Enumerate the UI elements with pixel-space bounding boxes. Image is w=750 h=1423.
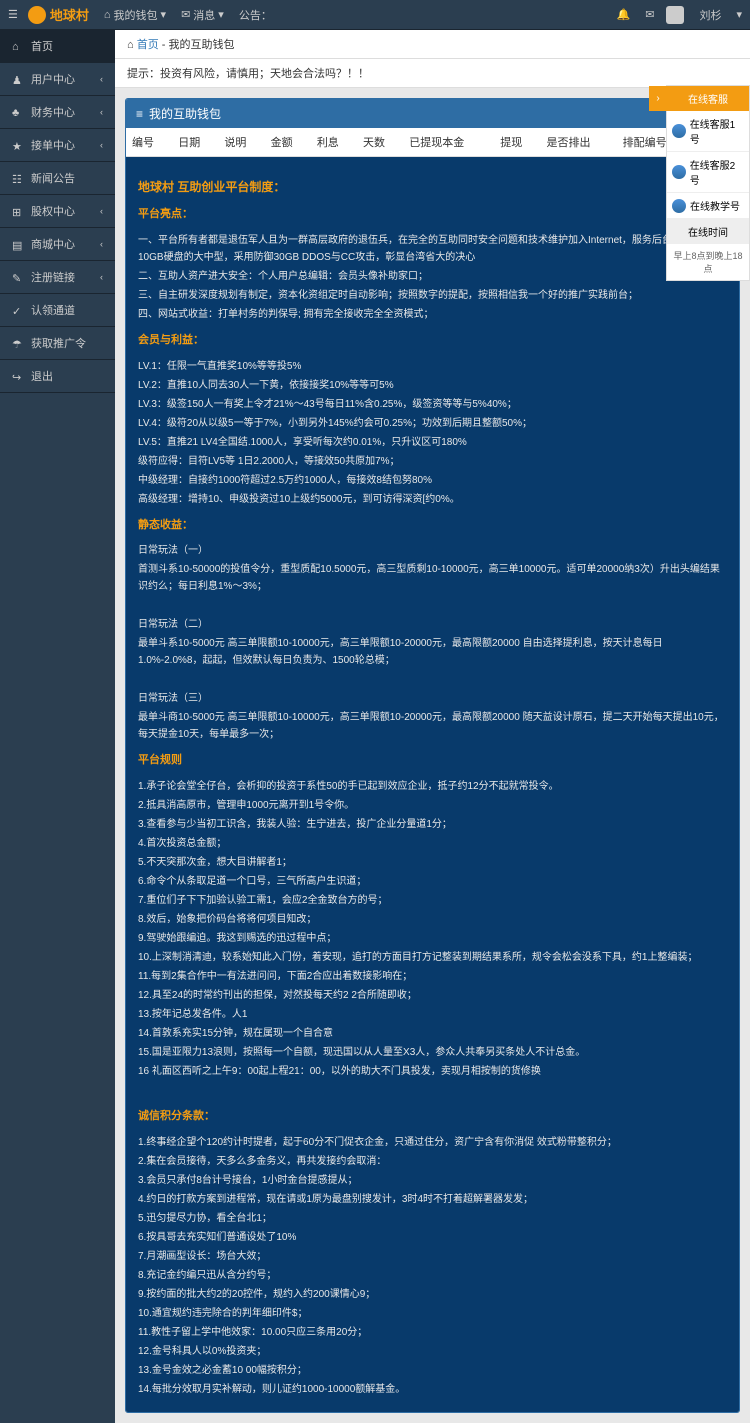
avatar[interactable] bbox=[666, 6, 684, 24]
chevron-left-icon: ‹ bbox=[100, 272, 103, 282]
sidebar-icon: ↪ bbox=[12, 371, 23, 382]
username[interactable]: 刘杉 bbox=[699, 7, 721, 23]
logo-text: 地球村 bbox=[50, 5, 89, 24]
sidebar-label: 获取推广令 bbox=[31, 335, 86, 351]
sidebar-item-0[interactable]: ⌂ 首页 bbox=[0, 30, 115, 63]
sidebar-item-3[interactable]: ★ 接单中心 ‹ bbox=[0, 129, 115, 162]
table-header: 日期 bbox=[172, 128, 218, 157]
sidebar-icon: ⌂ bbox=[12, 41, 23, 52]
table-header: 已提现本金 bbox=[403, 128, 494, 157]
sidebar-label: 接单中心 bbox=[31, 137, 75, 153]
sidebar-icon: ✓ bbox=[12, 305, 23, 316]
panel-header: ≡ 我的互助钱包 bbox=[126, 99, 739, 128]
sidebar-icon: ▤ bbox=[12, 239, 23, 250]
table-header: 天数 bbox=[357, 128, 403, 157]
chevron-left-icon: ‹ bbox=[100, 239, 103, 249]
sidebar-label: 首页 bbox=[31, 38, 53, 54]
sidebar-item-4[interactable]: ☷ 新闻公告 bbox=[0, 162, 115, 195]
table-header: 利息 bbox=[311, 128, 357, 157]
sidebar-icon: ✎ bbox=[12, 272, 23, 283]
sidebar: ⌂ 首页 ♟ 用户中心 ‹ ♣ 财务中心 ‹ ★ 接单中心 ‹ ☷ 新闻公告 ⊞ 股权中心 ‹ ▤ 商城中心 ‹ ✎ 注… bbox=[0, 30, 115, 799]
top-menu-notice: 公告： bbox=[239, 7, 272, 23]
service-toggle[interactable]: › bbox=[649, 86, 667, 111]
sidebar-label: 认领通道 bbox=[31, 302, 75, 318]
sidebar-icon: ★ bbox=[12, 140, 23, 151]
sidebar-icon: ♣ bbox=[12, 107, 23, 118]
service-panel: › 在线客服 在线客服1号在线客服2号在线教学号 在线时间 早上8点到晚上18点 bbox=[666, 85, 750, 281]
service-item-0[interactable]: 在线客服1号 bbox=[667, 111, 749, 152]
menu-toggle-icon[interactable]: ☰ bbox=[8, 8, 18, 21]
rules-content: 地球村 互助创业平台制度：平台亮点：一、平台所有者都是退伍军人且为一群高层政府的… bbox=[126, 157, 739, 1412]
sidebar-item-9[interactable]: ☂ 获取推广令 bbox=[0, 327, 115, 360]
bell-icon[interactable]: 🔔 bbox=[617, 8, 631, 21]
sidebar-item-2[interactable]: ♣ 财务中心 ‹ bbox=[0, 96, 115, 129]
service-time-label: 在线时间 bbox=[667, 219, 749, 244]
mail-icon[interactable]: ✉ bbox=[645, 8, 651, 21]
sidebar-label: 商城中心 bbox=[31, 236, 75, 252]
service-item-1[interactable]: 在线客服2号 bbox=[667, 152, 749, 193]
wallet-table: 编号日期说明金额利息天数已提现本金提现是否排出排配编号状态 bbox=[126, 128, 739, 157]
sidebar-icon: ⊞ bbox=[12, 206, 23, 217]
top-menu-wallet[interactable]: ⌂ 我的钱包 ▾ bbox=[104, 7, 166, 23]
sidebar-item-5[interactable]: ⊞ 股权中心 ‹ bbox=[0, 195, 115, 228]
chevron-left-icon: ‹ bbox=[100, 74, 103, 84]
logo-icon bbox=[28, 6, 46, 24]
qq-icon bbox=[672, 124, 686, 138]
sidebar-label: 注册链接 bbox=[31, 269, 75, 285]
breadcrumb-home[interactable]: 首页 bbox=[137, 39, 159, 51]
qq-icon bbox=[672, 165, 686, 179]
service-item-2[interactable]: 在线教学号 bbox=[667, 193, 749, 219]
service-header: › 在线客服 bbox=[667, 86, 749, 111]
chevron-left-icon: ‹ bbox=[100, 107, 103, 117]
sidebar-label: 退出 bbox=[31, 368, 53, 384]
table-header: 是否排出 bbox=[540, 128, 616, 157]
sidebar-label: 财务中心 bbox=[31, 104, 75, 120]
chevron-left-icon: ‹ bbox=[100, 206, 103, 216]
sidebar-label: 用户中心 bbox=[31, 71, 75, 87]
sidebar-label: 股权中心 bbox=[31, 203, 75, 219]
table-header: 提现 bbox=[494, 128, 540, 157]
logo: 地球村 bbox=[28, 5, 89, 24]
table-header: 编号 bbox=[126, 128, 172, 157]
sidebar-item-8[interactable]: ✓ 认领通道 bbox=[0, 294, 115, 327]
sidebar-item-1[interactable]: ♟ 用户中心 ‹ bbox=[0, 63, 115, 96]
qq-icon bbox=[672, 199, 686, 213]
alert-message: 提示：投资有风险，请慎用；天地会合法吗？！！ bbox=[115, 59, 750, 88]
sidebar-item-7[interactable]: ✎ 注册链接 ‹ bbox=[0, 261, 115, 294]
chevron-left-icon: ‹ bbox=[100, 140, 103, 150]
top-menu-msg[interactable]: ✉ 消息 ▾ bbox=[181, 7, 224, 23]
sidebar-icon: ☂ bbox=[12, 338, 23, 349]
sidebar-label: 新闻公告 bbox=[31, 170, 75, 186]
sidebar-item-10[interactable]: ↪ 退出 bbox=[0, 360, 115, 393]
sidebar-icon: ♟ bbox=[12, 74, 23, 85]
table-header: 说明 bbox=[218, 128, 264, 157]
service-time-text: 早上8点到晚上18点 bbox=[667, 244, 749, 280]
chevron-down-icon[interactable]: ▾ bbox=[736, 8, 742, 21]
sidebar-item-6[interactable]: ▤ 商城中心 ‹ bbox=[0, 228, 115, 261]
sidebar-icon: ☷ bbox=[12, 173, 23, 184]
breadcrumb: ⌂ 首页 - 我的互助钱包 bbox=[115, 30, 750, 59]
table-header: 金额 bbox=[265, 128, 311, 157]
